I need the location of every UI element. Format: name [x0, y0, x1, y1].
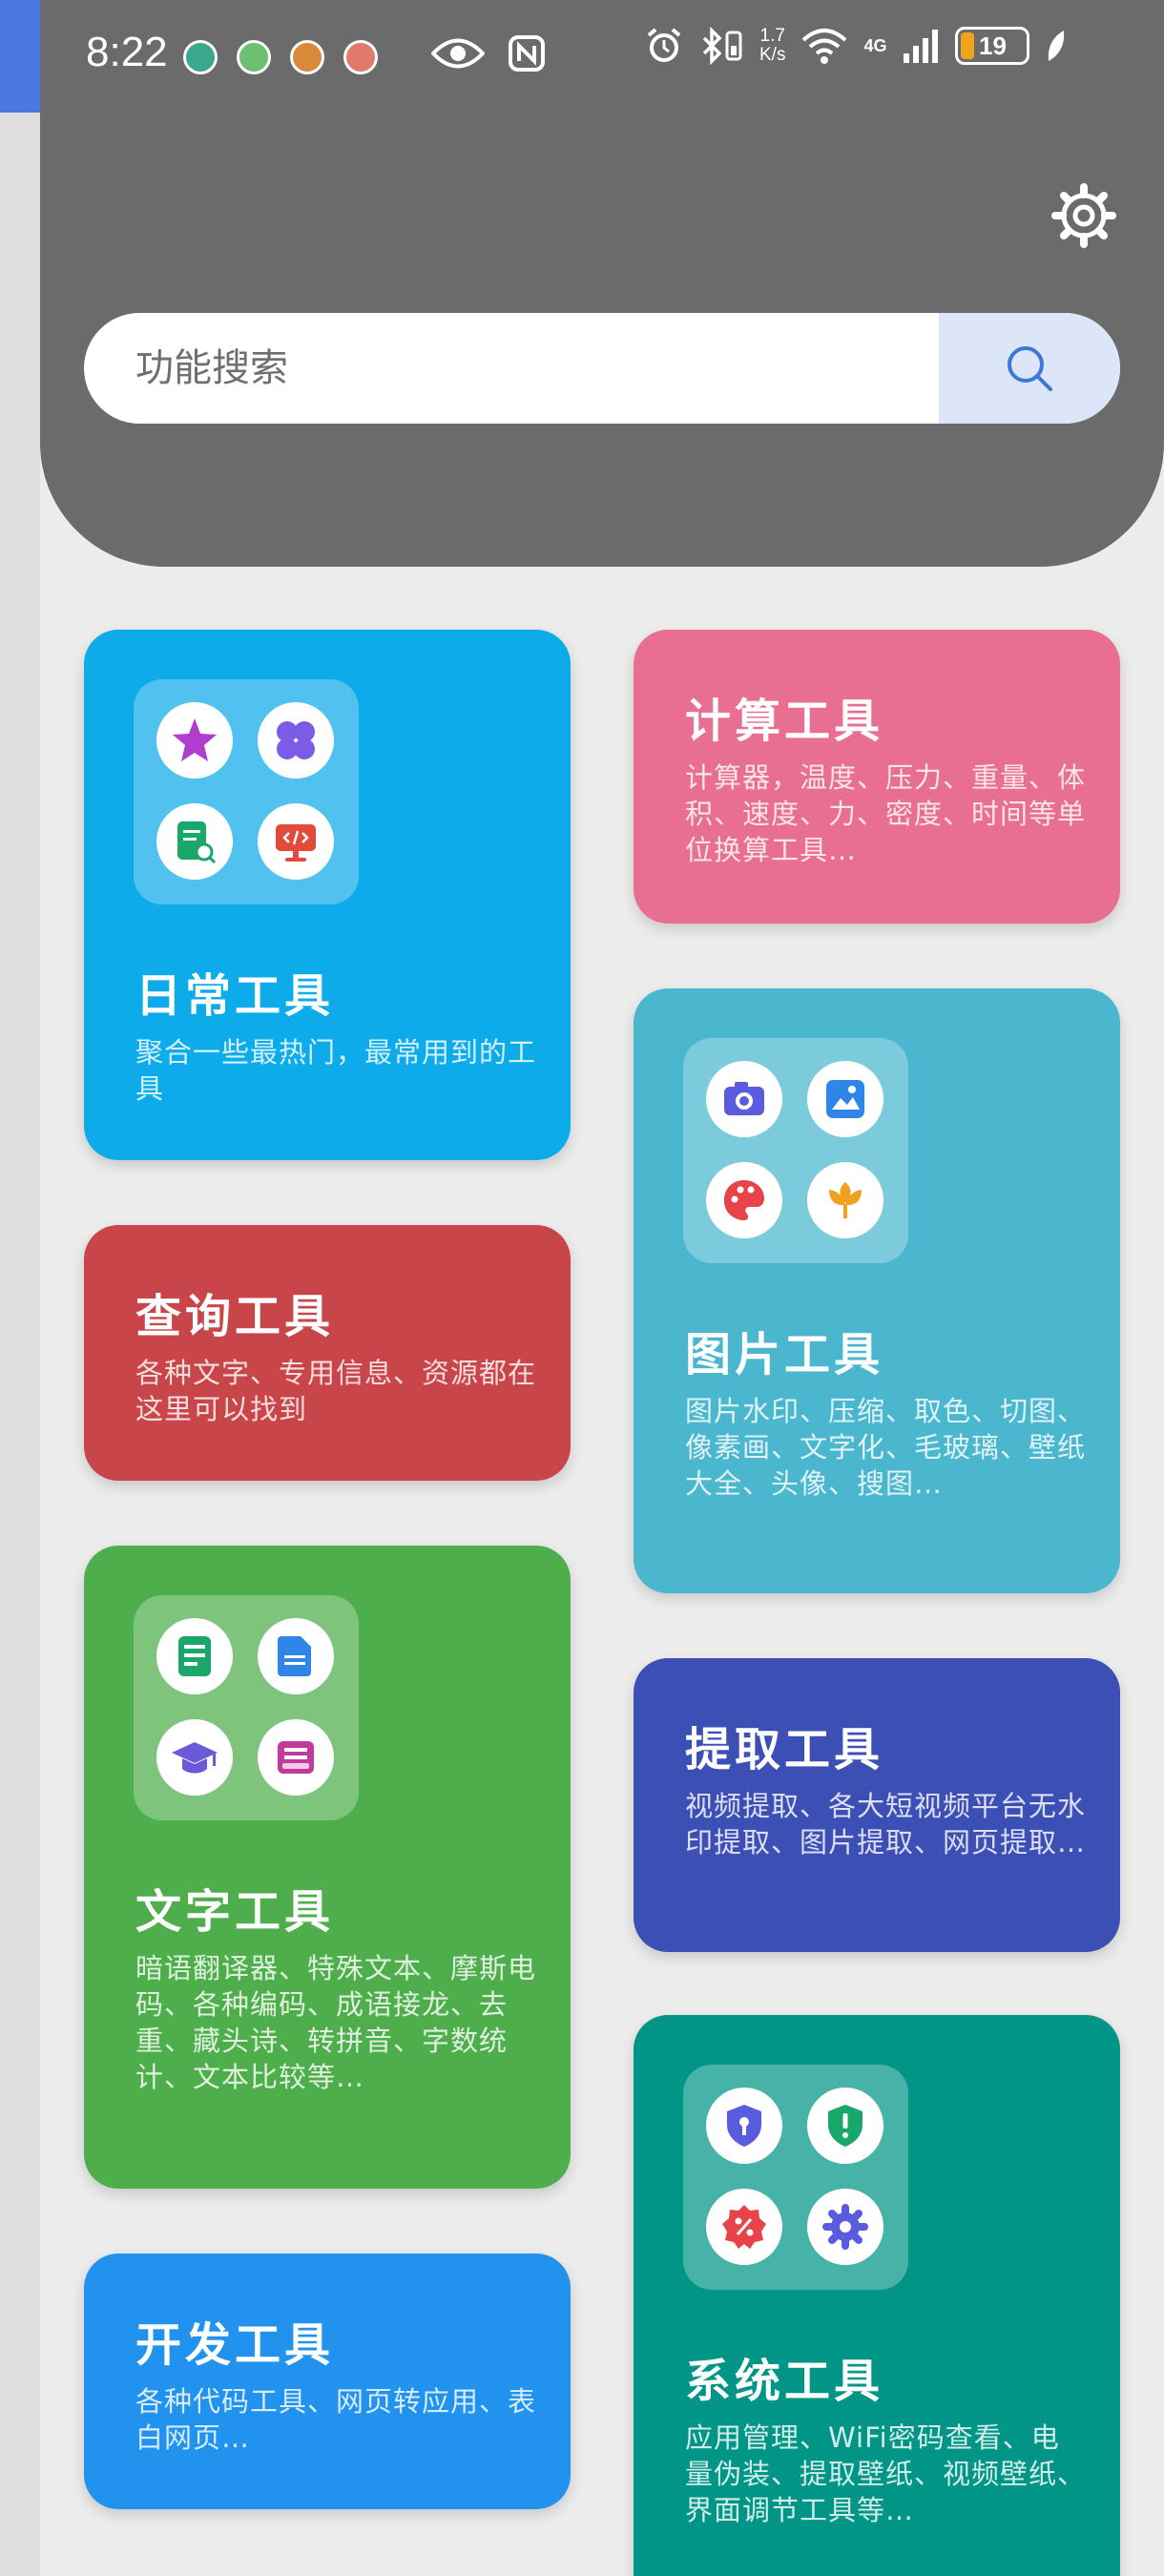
card-description: 图片水印、压缩、取色、切图、像素画、文字化、毛玻璃、壁纸大全、头像、搜图… — [685, 1395, 1087, 1500]
network-speed-value: 1.7 — [759, 26, 785, 46]
app-screen: 8:22 1.7 K/s 4G 19 功能搜索 日常工具 聚合一些最热门，最常用… — [0, 0, 1164, 2576]
card-title: 图片工具 — [685, 1328, 884, 1381]
status-time: 8:22 — [86, 29, 168, 75]
palette-icon — [706, 1162, 782, 1238]
tool-card-text[interactable]: 文字工具 暗语翻译器、特殊文本、摩斯电码、各种编码、成语接龙、去重、藏头诗、转拼… — [84, 1546, 571, 2189]
tool-card-develop[interactable]: 开发工具 各种代码工具、网页转应用、表白网页… — [84, 2254, 571, 2509]
icon-panel — [134, 1595, 359, 1820]
shield-alert-icon — [807, 2088, 883, 2164]
notification-app-icon — [343, 40, 378, 74]
settings-button[interactable] — [1048, 179, 1120, 252]
inbox-icon — [258, 1719, 334, 1796]
settings-gear-app-icon — [807, 2189, 883, 2265]
card-description: 暗语翻译器、特殊文本、摩斯电码、各种编码、成语接龙、去重、藏头诗、转拼音、字数统… — [135, 1952, 537, 2093]
code-monitor-icon — [258, 803, 334, 880]
eye-icon — [431, 38, 485, 69]
notification-app-icon — [237, 40, 271, 74]
network-speed: 1.7 K/s — [759, 27, 785, 65]
gear-icon — [1051, 183, 1116, 248]
tool-card-calculate[interactable]: 计算工具 计算器，温度、压力、重量、体积、速度、力、密度、时间等单位换算工具… — [634, 630, 1120, 924]
card-description: 视频提取、各大短视频平台无水印提取、图片提取、网页提取… — [685, 1790, 1087, 1859]
card-description: 各种代码工具、网页转应用、表白网页… — [135, 2385, 537, 2454]
card-title: 日常工具 — [135, 969, 335, 1023]
icon-panel — [134, 679, 359, 904]
card-title: 查询工具 — [135, 1290, 335, 1343]
notification-app-icon — [290, 40, 324, 74]
leaf-icon — [1049, 31, 1065, 61]
status-system-icons — [431, 34, 546, 73]
alarm-icon — [647, 28, 681, 62]
notification-icons — [183, 40, 378, 74]
note-icon — [156, 1618, 233, 1694]
card-title: 系统工具 — [685, 2355, 884, 2408]
picture-icon — [807, 1061, 883, 1137]
search-button[interactable] — [939, 313, 1120, 424]
star-app-icon — [156, 702, 233, 779]
battery-percent: 19 — [979, 31, 1007, 60]
wifi-icon — [802, 29, 847, 64]
tool-card-query[interactable]: 查询工具 各种文字、专用信息、资源都在这里可以找到 — [84, 1225, 571, 1481]
card-description: 计算器，温度、压力、重量、体积、速度、力、密度、时间等单位换算工具… — [685, 761, 1087, 866]
discount-badge-icon — [706, 2189, 782, 2265]
card-description: 聚合一些最热门，最常用到的工具 — [135, 1036, 537, 1105]
battery-indicator: 19 — [955, 27, 1030, 65]
battery-level-fill — [961, 32, 975, 59]
camera-icon — [706, 1061, 782, 1137]
search-icon — [1008, 346, 1052, 391]
card-title: 开发工具 — [135, 2318, 335, 2372]
icon-panel — [683, 2065, 908, 2290]
left-edge-strip — [0, 0, 40, 2576]
search-input[interactable] — [135, 313, 956, 424]
tool-card-daily[interactable]: 日常工具 聚合一些最热门，最常用到的工具 — [84, 630, 571, 1160]
card-title: 计算工具 — [685, 695, 884, 748]
tool-card-image[interactable]: 图片工具 图片水印、压缩、取色、切图、像素画、文字化、毛玻璃、壁纸大全、头像、搜… — [634, 988, 1120, 1593]
search-bar — [84, 313, 1120, 424]
notification-app-icon — [183, 40, 218, 74]
tool-card-system[interactable]: 系统工具 应用管理、WiFi密码查看、电量伪装、提取壁纸、视频壁纸、界面调节工具… — [634, 2015, 1120, 2576]
card-description: 各种文字、专用信息、资源都在这里可以找到 — [135, 1357, 537, 1425]
card-title: 文字工具 — [135, 1885, 335, 1939]
status-bar: 8:22 1.7 K/s 4G 19 — [0, 0, 1164, 114]
shield-lock-icon — [706, 2088, 782, 2164]
card-description: 应用管理、WiFi密码查看、电量伪装、提取壁纸、视频壁纸、界面调节工具等… — [685, 2421, 1087, 2526]
tool-card-extract[interactable]: 提取工具 视频提取、各大短视频平台无水印提取、图片提取、网页提取… — [634, 1658, 1120, 1952]
network-type: 4G — [863, 35, 887, 55]
clover-app-icon — [258, 702, 334, 779]
icon-panel — [683, 1038, 908, 1263]
file-icon — [258, 1618, 334, 1694]
document-search-icon — [156, 803, 233, 880]
nfc-icon — [509, 35, 545, 72]
graduation-cap-icon — [156, 1719, 233, 1796]
flower-icon — [807, 1162, 883, 1238]
network-speed-unit: K/s — [759, 45, 786, 65]
signal-icon — [904, 30, 939, 63]
status-right-icons: 1.7 K/s 4G 19 — [645, 27, 1068, 65]
card-title: 提取工具 — [685, 1723, 884, 1776]
bluetooth-icon — [702, 27, 742, 65]
